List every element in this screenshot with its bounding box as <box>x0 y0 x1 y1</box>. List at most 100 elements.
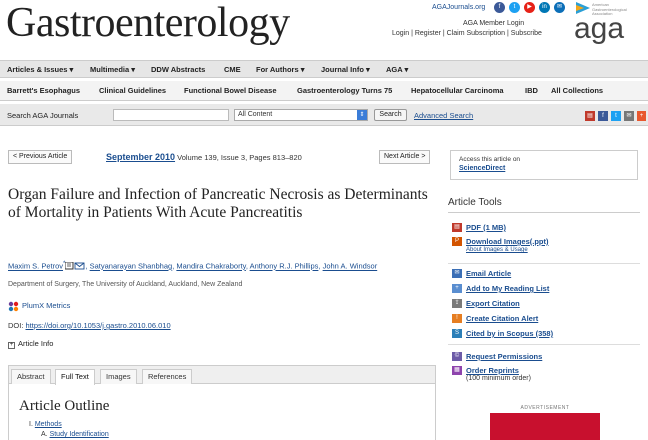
permissions-icon: © <box>452 352 462 361</box>
tool-label: PDF (1 MB) <box>466 223 506 232</box>
author-contact-icons[interactable] <box>64 261 85 270</box>
nav-ibd[interactable]: IBD <box>525 86 538 95</box>
advanced-search-link[interactable]: Advanced Search <box>414 111 473 120</box>
twitter-icon[interactable]: t <box>611 111 621 121</box>
collections-nav: Barrett's Esophagus Clinical Guidelines … <box>0 81 648 101</box>
scopus-icon: S <box>452 329 462 338</box>
search-input[interactable] <box>113 109 229 121</box>
article-content-panel: Abstract Full Text Images References Art… <box>8 365 436 440</box>
primary-nav: Articles & Issues ▾ Multimedia ▾ DDW Abs… <box>0 60 648 78</box>
search-scope-value: All Content <box>238 111 273 118</box>
login-links: Login | Register | Claim Subscription | … <box>392 30 542 37</box>
nav-multimedia[interactable]: Multimedia ▾ <box>90 65 135 74</box>
subscribe-link[interactable]: Subscribe <box>511 30 542 37</box>
login-link[interactable]: Login <box>392 30 409 37</box>
nav-functional-bowel-disease[interactable]: Functional Bowel Disease <box>184 86 277 95</box>
next-article-button[interactable]: Next Article > <box>379 150 431 164</box>
nav-cme[interactable]: CME <box>224 65 241 74</box>
nav-ddw-abstracts[interactable]: DDW Abstracts <box>151 65 205 74</box>
aga-logo[interactable]: aga <box>574 14 624 44</box>
sciencedirect-caption: Access this article on <box>459 156 521 163</box>
nav-all-collections[interactable]: All Collections <box>551 86 603 95</box>
outline-link-methods[interactable]: Methods <box>35 421 62 428</box>
author-link[interactable]: Mandira Chakraborty <box>176 262 245 271</box>
doi-link[interactable]: https://doi.org/10.1053/j.gastro.2010.06… <box>26 321 171 330</box>
pdf-share-icon[interactable]: ▤ <box>585 111 595 121</box>
author-link[interactable]: Anthony R.J. Phillips <box>250 262 319 271</box>
tab-references[interactable]: References <box>142 369 193 384</box>
plus-icon[interactable]: + <box>637 111 646 121</box>
facebook-icon[interactable]: f <box>494 2 505 13</box>
sciencedirect-box: Access this article on ScienceDirect <box>450 150 638 180</box>
facebook-icon[interactable]: f <box>598 111 608 121</box>
nav-for-authors[interactable]: For Authors ▾ <box>256 65 305 74</box>
search-scope-select[interactable]: All Content ⇕ <box>234 109 368 121</box>
nav-barretts-esophagus[interactable]: Barrett's Esophagus <box>7 86 80 95</box>
journal-logo[interactable]: Gastroenterology <box>6 0 290 46</box>
author-link[interactable]: Maxim S. Petrov <box>8 262 63 271</box>
search-label: Search AGA Journals <box>7 111 79 120</box>
plumx-icon <box>8 301 19 312</box>
expand-icon: + <box>8 342 15 349</box>
doi: DOI: https://doi.org/10.1053/j.gastro.20… <box>8 321 171 330</box>
plumx-metrics-link[interactable]: PlumX Metrics <box>8 301 71 312</box>
reprints-icon: ▦ <box>452 366 462 375</box>
advertisement-banner[interactable] <box>490 413 600 440</box>
tool-label: Email Article <box>466 269 512 278</box>
youtube-icon[interactable]: ▶ <box>524 2 535 13</box>
export-icon: ⇪ <box>452 299 462 308</box>
nav-hepatocellular-carcinoma[interactable]: Hepatocellular Carcinoma <box>411 86 504 95</box>
divider <box>448 263 640 264</box>
about-images-link[interactable]: About Images & Usage <box>466 247 528 253</box>
chevron-down-icon: ▾ <box>366 65 370 74</box>
tab-abstract[interactable]: Abstract <box>11 369 51 384</box>
email-icon <box>64 261 85 269</box>
previous-article-button[interactable]: < Previous Article <box>8 150 73 164</box>
outline-item: I. Methods <box>29 421 62 428</box>
twitter-icon[interactable]: t <box>509 2 520 13</box>
email-icon[interactable]: ✉ <box>624 111 634 121</box>
site-header: Gastroenterology AGAJournals.org f t ▶ i… <box>0 0 648 58</box>
email-icon[interactable]: ✉ <box>554 2 565 13</box>
chevron-down-icon: ▾ <box>131 65 136 74</box>
sciencedirect-link[interactable]: ScienceDirect <box>459 165 505 172</box>
ppt-icon: P <box>452 237 462 246</box>
divider <box>448 212 640 213</box>
doi-label: DOI: <box>8 321 26 330</box>
tab-full-text[interactable]: Full Text <box>55 369 95 385</box>
reading-list-icon: + <box>452 284 462 293</box>
nav-aga[interactable]: AGA ▾ <box>386 65 408 74</box>
affiliation: Department of Surgery, The University of… <box>8 281 243 288</box>
article-info-toggle[interactable]: + Article Info <box>8 339 53 349</box>
nav-clinical-guidelines[interactable]: Clinical Guidelines <box>99 86 166 95</box>
outline-link-study-identification[interactable]: Study Identification <box>50 431 109 438</box>
outline-item: A. Study Identification <box>41 431 109 438</box>
article-tools-title: Article Tools <box>448 197 502 208</box>
agajournals-link[interactable]: AGAJournals.org <box>432 4 485 11</box>
advertisement-label: ADVERTISEMENT <box>520 405 570 411</box>
article-info-label: Article Info <box>18 339 54 348</box>
reprints-note: (100 minimum order) <box>466 375 531 382</box>
author-link[interactable]: Satyanarayan Shanbhag <box>90 262 173 271</box>
article-title: Organ Failure and Infection of Pancreati… <box>8 186 428 221</box>
register-link[interactable]: Register <box>415 30 441 37</box>
search-bar: Search AGA Journals All Content ⇕ Search… <box>0 104 648 126</box>
search-button[interactable]: Search <box>374 109 407 121</box>
nav-articles-issues[interactable]: Articles & Issues ▾ <box>7 65 73 74</box>
linkedin-icon[interactable]: in <box>539 2 550 13</box>
issue-date-link[interactable]: September 2010 <box>106 152 175 162</box>
alert-icon: ! <box>452 314 462 323</box>
nav-journal-info[interactable]: Journal Info ▾ <box>321 65 370 74</box>
nav-gastroenterology-turns-75[interactable]: Gastroenterology Turns 75 <box>297 86 392 95</box>
chevron-down-icon: ⇕ <box>357 110 367 120</box>
tab-images[interactable]: Images <box>100 369 137 384</box>
claim-subscription-link[interactable]: Claim Subscription <box>447 30 505 37</box>
email-icon: ✉ <box>452 269 462 278</box>
tool-label: Add to My Reading List <box>466 284 550 293</box>
plumx-label: PlumX Metrics <box>22 301 71 310</box>
author-link[interactable]: John A. Windsor <box>323 262 378 271</box>
member-login-link[interactable]: AGA Member Login <box>463 20 524 27</box>
tool-label: Export Citation <box>466 299 520 308</box>
article-outline: I. Methods A. Study Identification <box>29 420 109 440</box>
tool-label: Cited by in Scopus (358) <box>466 329 554 338</box>
